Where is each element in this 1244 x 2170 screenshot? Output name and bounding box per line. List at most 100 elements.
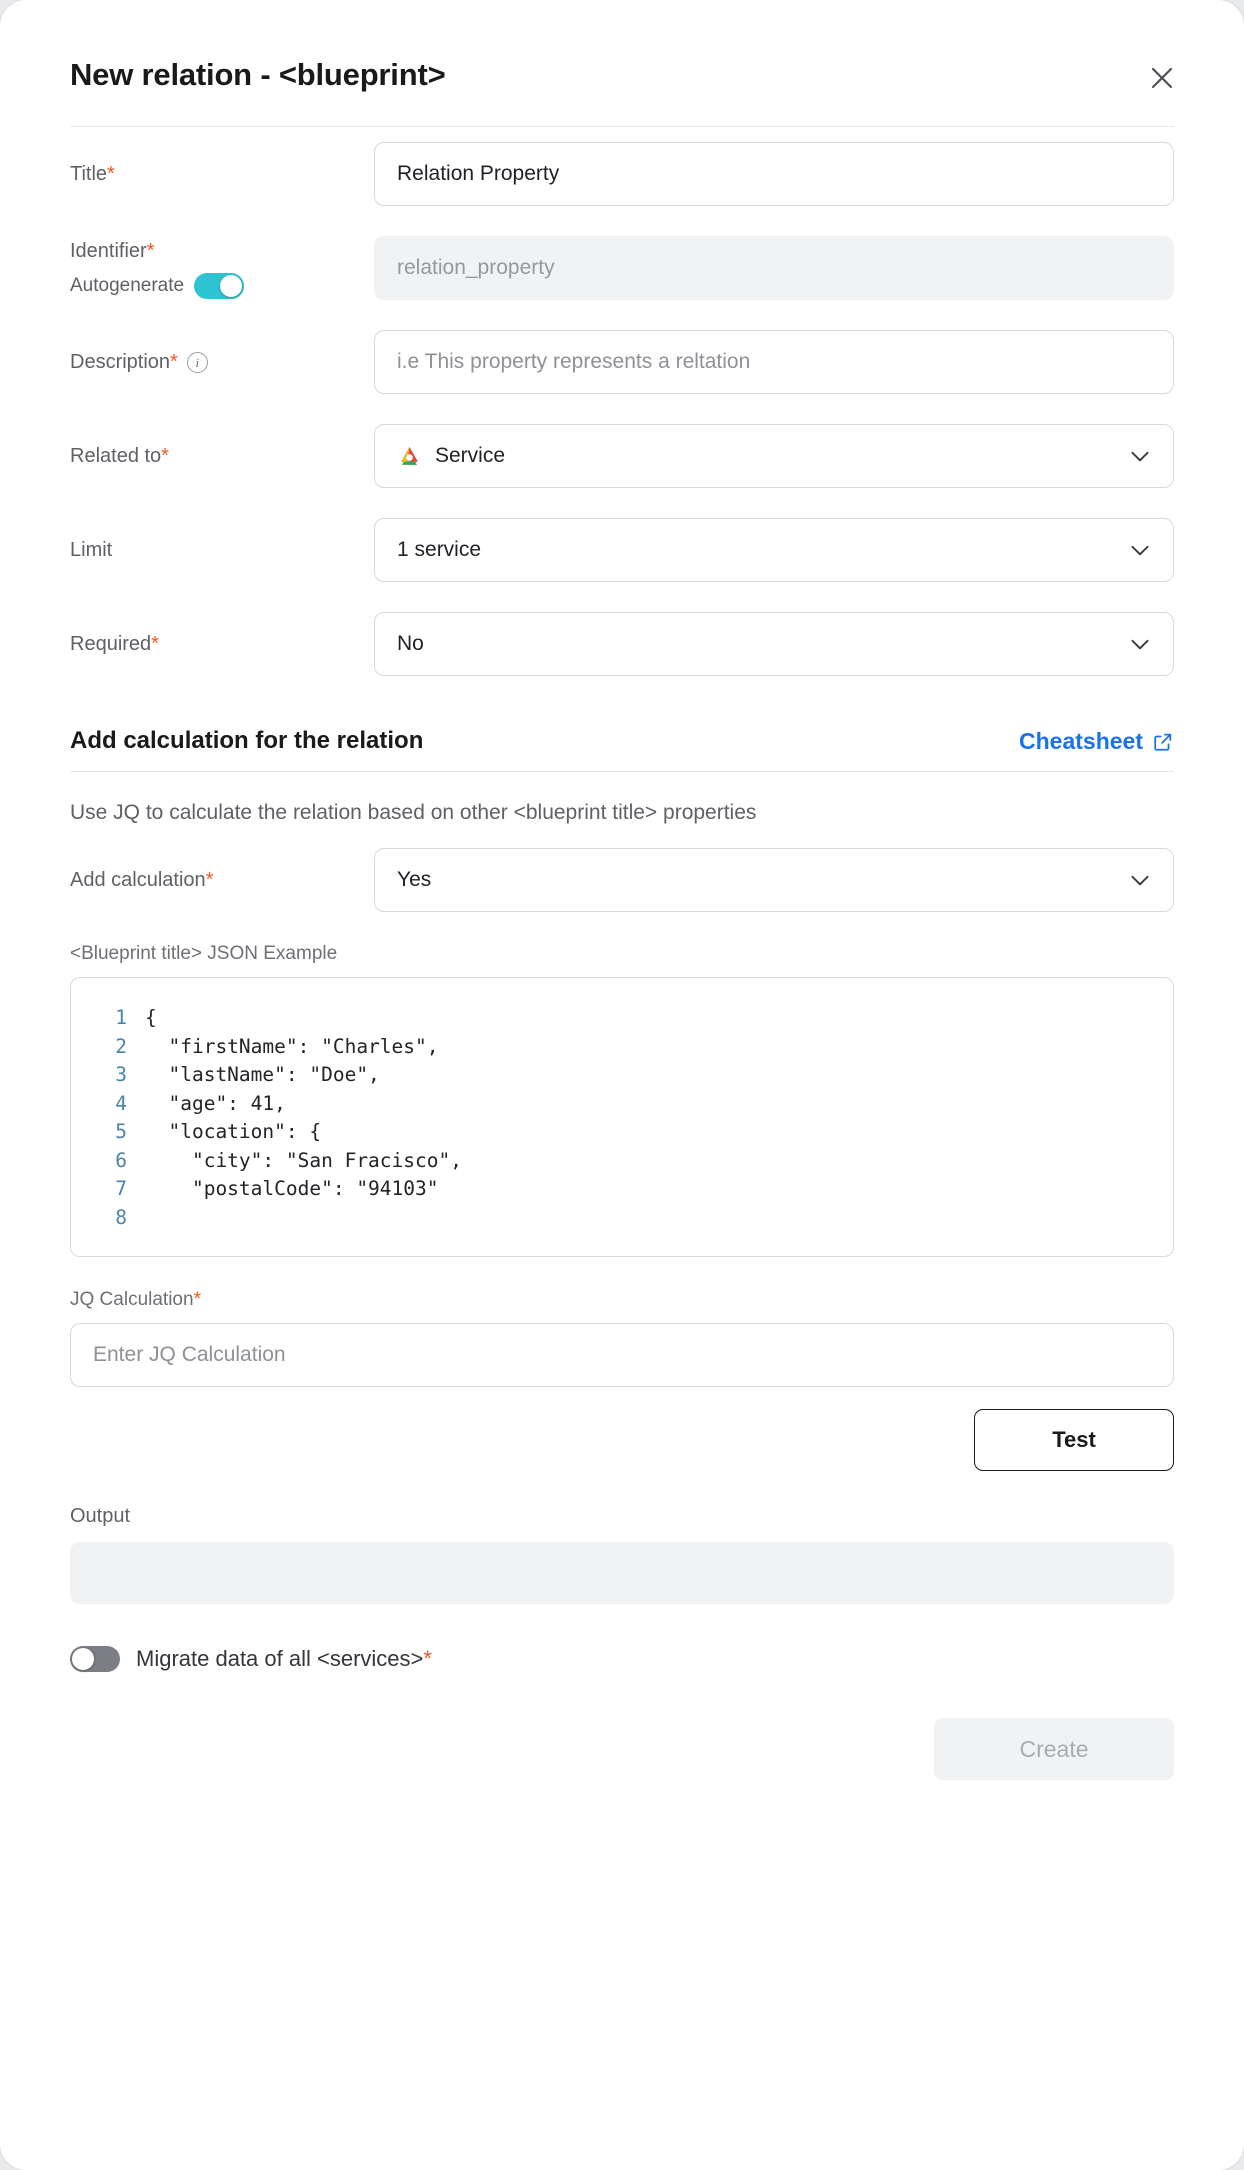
description-label: Description* i [70, 349, 374, 376]
output-label: Output [70, 1505, 131, 1528]
form-row-limit: Limit 1 service [70, 503, 1174, 597]
identifier-input[interactable]: relation_property [374, 236, 1174, 300]
required-value: No [397, 632, 424, 655]
code-line: 5 "location": { [93, 1118, 1151, 1147]
line-code: "firstName": "Charles", [145, 1034, 439, 1058]
related-to-label: Related to* [70, 443, 374, 470]
line-number: 7 [115, 1177, 127, 1201]
related-to-value-wrap: Service [397, 444, 505, 469]
line-code: "location": { [145, 1120, 322, 1144]
code-line: 8 [93, 1204, 1151, 1233]
form-row-description: Description* i i.e This property represe… [70, 315, 1174, 409]
identifier-field-wrap: relation_property [374, 236, 1174, 300]
line-code: "postalCode": "94103" [145, 1177, 439, 1201]
screen: New relation - <blueprint> Title* Relati… [0, 0, 1244, 2170]
cheatsheet-label: Cheatsheet [1019, 728, 1143, 754]
code-line: 2 "firstName": "Charles", [93, 1033, 1151, 1062]
related-to-required-marker: * [161, 444, 169, 467]
calculation-section: Add calculation for the relation Cheatsh… [54, 691, 1190, 833]
limit-select[interactable]: 1 service [374, 518, 1174, 582]
add-calculation-required-marker: * [205, 868, 214, 891]
calculation-section-header: Add calculation for the relation Cheatsh… [70, 727, 1174, 771]
page-title: New relation - <blueprint> [70, 57, 446, 92]
chevron-down-icon [1131, 876, 1149, 886]
external-link-icon [1154, 733, 1172, 751]
limit-label: Limit [70, 538, 113, 561]
form-body: Title* Relation Property Identifier* Aut… [54, 127, 1190, 691]
limit-value: 1 service [397, 538, 482, 561]
chevron-down-icon [1131, 451, 1149, 462]
output-box [70, 1542, 1174, 1605]
form-row-title: Title* Relation Property [70, 127, 1174, 221]
modal-header: New relation - <blueprint> [54, 44, 1190, 126]
migrate-required-marker: * [423, 1646, 432, 1672]
service-blueprint-icon [401, 446, 418, 465]
new-relation-modal: New relation - <blueprint> Title* Relati… [0, 0, 1244, 2170]
identifier-label-text: Identifier [70, 239, 147, 262]
line-code: "age": 41, [145, 1091, 286, 1115]
add-calculation-value: Yes [397, 868, 432, 892]
jq-calculation-input[interactable]: Enter JQ Calculation [70, 1323, 1174, 1388]
modal-footer: Create [54, 1672, 1190, 1781]
line-number: 6 [115, 1148, 127, 1172]
close-icon[interactable] [1142, 58, 1182, 98]
migrate-toggle[interactable] [70, 1646, 120, 1673]
code-line: 3 "lastName": "Doe", [93, 1061, 1151, 1090]
create-button[interactable]: Create [934, 1718, 1174, 1781]
limit-field-wrap: 1 service [374, 518, 1174, 582]
required-select[interactable]: No [374, 612, 1174, 676]
line-code: "city": "San Fracisco", [145, 1148, 462, 1172]
line-number: 1 [115, 1006, 127, 1030]
line-code: { [145, 1006, 157, 1030]
add-calculation-label-text: Add calculation [70, 868, 206, 891]
test-row: Test [54, 1387, 1190, 1472]
json-example-label: <Blueprint title> JSON Example [70, 943, 338, 965]
title-label-text: Title [70, 162, 108, 185]
test-button[interactable]: Test [974, 1409, 1174, 1472]
add-calculation-select[interactable]: Yes [374, 848, 1174, 913]
migrate-row: Migrate data of all <services>* [54, 1604, 1190, 1673]
title-label: Title* [70, 161, 374, 188]
code-line: 1{ [93, 1004, 1151, 1033]
required-label: Required* [70, 631, 374, 658]
migrate-toggle-knob [72, 1648, 94, 1671]
calculation-section-title: Add calculation for the relation [70, 727, 424, 754]
related-to-label-text: Related to [70, 444, 162, 467]
form-row-required: Required* No [70, 597, 1174, 691]
related-to-value: Service [435, 444, 506, 467]
chevron-down-icon [1131, 545, 1149, 556]
json-example-code-block: 1{ 2 "firstName": "Charles", 3 "lastName… [70, 977, 1174, 1258]
description-field-wrap: i.e This property represents a reltation [374, 330, 1174, 394]
migrate-label: Migrate data of all <services>* [136, 1646, 432, 1672]
jq-calculation-field-wrap: Enter JQ Calculation [70, 1323, 1174, 1388]
add-calculation-label: Add calculation* [70, 867, 374, 894]
line-number: 4 [115, 1091, 127, 1115]
title-required-marker: * [107, 162, 115, 185]
related-to-select[interactable]: Service [374, 424, 1174, 488]
jq-calculation-required-marker: * [193, 1289, 201, 1311]
line-number: 8 [115, 1205, 127, 1229]
title-field-wrap: Relation Property [374, 142, 1174, 206]
autogenerate-label: Autogenerate [70, 274, 185, 296]
description-input[interactable]: i.e This property represents a reltation [374, 330, 1174, 394]
identifier-label: Identifier* Autogenerate [70, 238, 374, 299]
form-row-identifier: Identifier* Autogenerate relation_proper… [70, 221, 1174, 315]
info-icon[interactable]: i [186, 351, 208, 373]
related-to-field-wrap: Service [374, 424, 1174, 488]
migrate-label-text: Migrate data of all <services> [136, 1646, 424, 1672]
description-label-inline: Description* i [70, 349, 362, 376]
required-field-wrap: No [374, 612, 1174, 676]
line-number: 3 [115, 1063, 127, 1087]
jq-calculation-label-text: JQ Calculation [70, 1289, 194, 1311]
add-calculation-field-wrap: Yes [374, 848, 1174, 913]
title-input[interactable]: Relation Property [374, 142, 1174, 206]
code-line: 6 "city": "San Fracisco", [93, 1147, 1151, 1176]
calculation-note: Use JQ to calculate the relation based o… [70, 801, 757, 824]
autogenerate-toggle[interactable] [194, 272, 245, 299]
calculation-form: Add calculation* Yes [54, 833, 1190, 927]
code-line: 4 "age": 41, [93, 1090, 1151, 1119]
autogenerate-row: Autogenerate [70, 272, 362, 299]
cheatsheet-link[interactable]: Cheatsheet [1019, 728, 1174, 755]
chevron-down-icon [1131, 639, 1149, 650]
jq-calculation-label: JQ Calculation* [54, 1257, 1190, 1323]
